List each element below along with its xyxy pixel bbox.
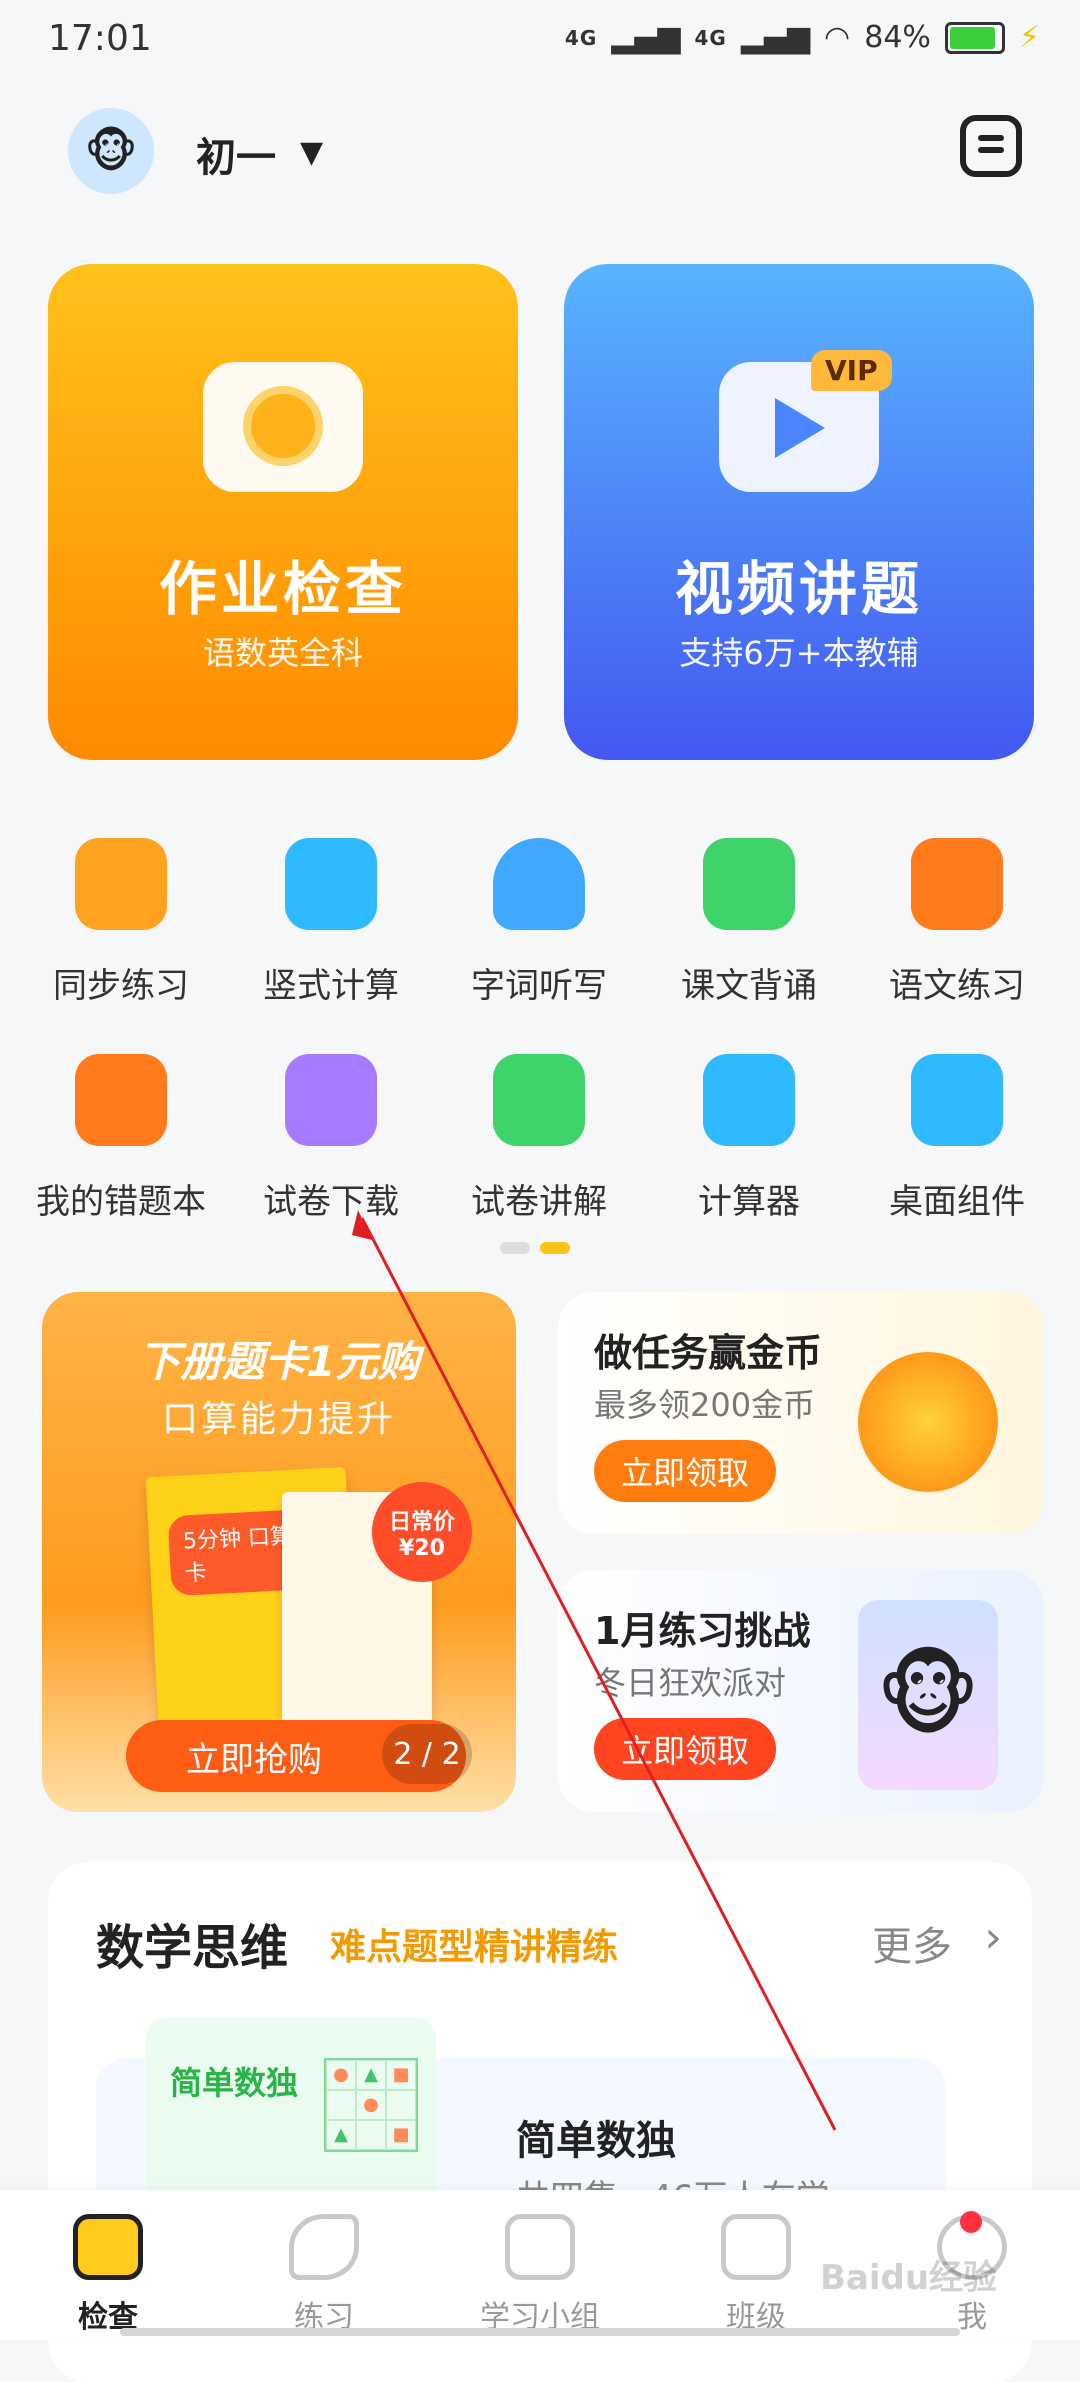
tool-label: 语文练习 <box>889 966 1025 1006</box>
chevron-right-icon[interactable]: › <box>984 1912 1002 1963</box>
card-subtitle: 支持6万+本教辅 <box>679 634 919 672</box>
battery-icon <box>944 21 1005 54</box>
message-icon[interactable] <box>960 115 1022 177</box>
promo-banner-card[interactable]: 下册题卡1元购 口算能力提升 5分钟 口算题卡 日常价 ¥20 立即抢购 2 /… <box>42 1292 516 1812</box>
mascot-image: 🐵 <box>858 1600 998 1790</box>
section-title: 数学思维 <box>96 1920 289 1976</box>
card-title: 作业检查 <box>158 555 407 623</box>
tool-widget[interactable]: 桌面组件 <box>852 1054 1062 1223</box>
mistake-book-icon <box>75 1054 167 1146</box>
claim-button[interactable]: 立即领取 <box>594 1718 776 1780</box>
tool-sync-practice[interactable]: 同步练习 <box>16 838 226 1007</box>
status-time: 17:01 <box>48 18 152 59</box>
homework-check-card[interactable]: 作业检查 语数英全科 <box>48 264 518 760</box>
book-recite-icon <box>703 838 795 930</box>
paper-explain-icon <box>493 1054 585 1146</box>
promo-title: 1月练习挑战 <box>594 1609 811 1653</box>
task-coin-card[interactable]: 做任务赢金币 最多领200金币 立即领取 <box>558 1292 1044 1534</box>
challenge-card[interactable]: 1月练习挑战 冬日狂欢派对 立即领取 🐵 <box>558 1570 1044 1812</box>
promo-title: 下册题卡1元购 <box>138 1337 420 1386</box>
wifi-icon: ◠ <box>824 20 851 55</box>
promo-subtitle: 最多领200金币 <box>594 1386 816 1424</box>
nav-study-group[interactable]: 学习小组 <box>480 2214 600 2336</box>
status-bar: 17:01 4G ▂▄▆ 4G ▂▄▆ ◠ 84% ⚡ <box>0 0 1080 80</box>
promo-subtitle: 口算能力提升 <box>161 1399 396 1440</box>
tool-dictation[interactable]: 字词听写 <box>434 838 644 1007</box>
avatar[interactable]: 🐵 <box>68 108 154 194</box>
calculator-icon <box>703 1054 795 1146</box>
camera-icon <box>203 362 363 492</box>
signal-bars-icon: ▂▄▆ <box>611 20 681 55</box>
page-dots <box>500 1242 570 1254</box>
video-play-icon: VIP <box>719 350 892 492</box>
tool-label: 试卷下载 <box>263 1182 399 1222</box>
camera-nav-icon <box>73 2214 143 2280</box>
price-badge: 日常价 ¥20 <box>372 1482 472 1582</box>
signal-bars-icon: ▂▄▆ <box>740 20 811 55</box>
claim-button[interactable]: 立即领取 <box>594 1440 776 1502</box>
tool-label: 我的错题本 <box>36 1182 206 1222</box>
chinese-practice-icon <box>911 838 1003 930</box>
notification-dot <box>960 2211 982 2233</box>
price-label: 日常价 <box>388 1509 455 1535</box>
home-indicator <box>120 2328 960 2336</box>
signal-4g-2: 4G <box>694 25 727 50</box>
bottom-nav: 检查 练习 学习小组 班级 我 Baidu经验 <box>0 2190 1080 2340</box>
tool-paper-explain[interactable]: 试卷讲解 <box>434 1054 644 1223</box>
course-name: 简单数独 <box>516 2118 676 2164</box>
widget-icon <box>911 1054 1003 1146</box>
tool-calculator[interactable]: 计算器 <box>644 1054 854 1223</box>
promo-subtitle: 冬日狂欢派对 <box>594 1664 787 1702</box>
page-indicator: 2 / 2 <box>382 1724 472 1784</box>
paper-download-icon <box>285 1054 377 1146</box>
card-subtitle: 语数英全科 <box>202 634 363 672</box>
video-explain-card[interactable]: VIP 视频讲题 支持6万+本教辅 <box>564 264 1034 760</box>
grade-selector[interactable]: 初一 <box>196 125 276 183</box>
group-nav-icon <box>505 2214 575 2280</box>
nav-class[interactable]: 班级 <box>696 2214 816 2336</box>
coin-chest-icon <box>858 1352 998 1492</box>
tool-chinese-practice[interactable]: 语文练习 <box>852 838 1062 1007</box>
class-nav-icon <box>721 2214 791 2280</box>
tool-label: 计算器 <box>698 1182 800 1222</box>
section-tag: 难点题型精讲精练 <box>330 1927 619 1968</box>
card-title: 视频讲题 <box>674 555 923 623</box>
tool-label: 字词听写 <box>471 966 607 1006</box>
tool-mistake-book[interactable]: 我的错题本 <box>16 1054 226 1223</box>
more-link[interactable]: 更多 <box>872 1914 952 1972</box>
pencil-nav-icon <box>289 2214 359 2280</box>
status-icons: 4G ▂▄▆ 4G ▂▄▆ ◠ 84% ⚡ <box>565 20 1040 55</box>
headphone-icon <box>493 838 585 930</box>
watermark: Baidu经验 <box>820 2258 998 2298</box>
tool-label: 竖式计算 <box>263 966 399 1006</box>
course-thumbnail: 简单数独 ● ▲ ■ ● ▲ ■ <box>146 2018 436 2218</box>
thumb-label: 简单数独 <box>170 2064 299 2102</box>
nav-practice[interactable]: 练习 <box>264 2214 384 2336</box>
sudoku-grid-icon: ● ▲ ■ ● ▲ ■ <box>324 2058 418 2152</box>
tool-label: 试卷讲解 <box>471 1182 607 1222</box>
signal-4g-1: 4G <box>564 25 598 50</box>
vip-badge: VIP <box>811 350 892 391</box>
charging-icon: ⚡ <box>1018 20 1040 55</box>
tool-recite[interactable]: 课文背诵 <box>644 838 854 1007</box>
tool-vertical-calc[interactable]: 竖式计算 <box>226 838 436 1007</box>
tool-label: 同步练习 <box>53 966 189 1006</box>
battery-percent: 84% <box>864 20 931 55</box>
tool-label: 桌面组件 <box>889 1182 1025 1222</box>
promo-title: 做任务赢金币 <box>594 1331 823 1375</box>
price-value: ¥20 <box>399 1535 445 1561</box>
tool-label: 课文背诵 <box>681 966 817 1006</box>
tool-paper-download[interactable]: 试卷下载 <box>226 1054 436 1223</box>
vertical-calc-icon <box>285 838 377 930</box>
sync-practice-icon <box>75 838 167 930</box>
caret-down-icon[interactable]: ▼ <box>300 135 323 170</box>
nav-check[interactable]: 检查 <box>48 2214 168 2336</box>
